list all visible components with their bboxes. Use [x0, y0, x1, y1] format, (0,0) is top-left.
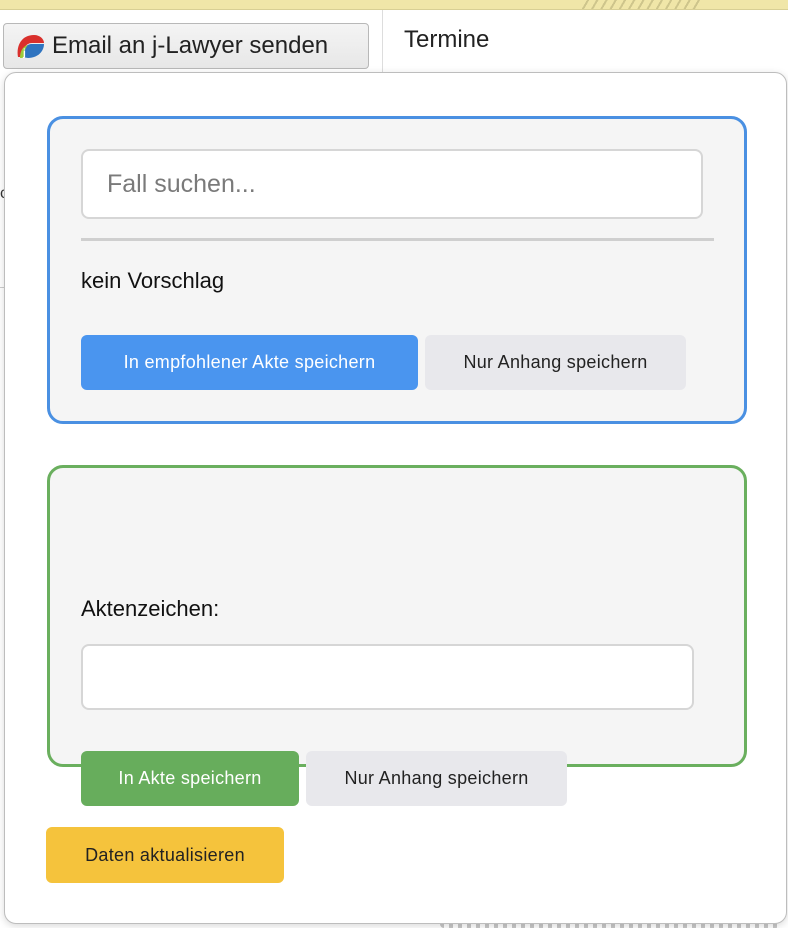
save-attachment-only-button[interactable]: Nur Anhang speichern	[425, 335, 686, 390]
termine-label[interactable]: Termine	[404, 26, 489, 54]
case-search-input[interactable]	[81, 149, 703, 219]
email-to-jlawyer-label: Email an j-Lawyer senden	[52, 32, 329, 59]
case-number-label: Aktenzeichen:	[81, 596, 220, 621]
save-in-recommended-case-button[interactable]: In empfohlener Akte speichern	[81, 335, 418, 390]
toolbar-separator	[382, 10, 383, 72]
case-suggestion-panel: kein Vorschlag In empfohlener Akte speic…	[47, 116, 747, 424]
suggestion-divider	[81, 238, 714, 241]
save-in-case-button[interactable]: In Akte speichern	[81, 751, 299, 806]
email-to-jlawyer-button[interactable]: j Email an j-Lawyer senden	[3, 23, 369, 69]
refresh-data-button[interactable]: Daten aktualisieren	[46, 827, 284, 883]
manual-case-panel: Aktenzeichen: In Akte speichern Nur Anha…	[47, 465, 747, 806]
suggestion-text: kein Vorschlag	[81, 268, 225, 293]
svg-text:j: j	[22, 48, 26, 59]
jlawyer-popup: kein Vorschlag In empfohlener Akte speic…	[4, 72, 787, 924]
background-top-strip	[0, 0, 788, 10]
j-lawyer-logo-icon: j	[14, 31, 46, 61]
save-attachment-only-button-manual[interactable]: Nur Anhang speichern	[306, 751, 567, 806]
case-number-input[interactable]	[81, 644, 694, 710]
